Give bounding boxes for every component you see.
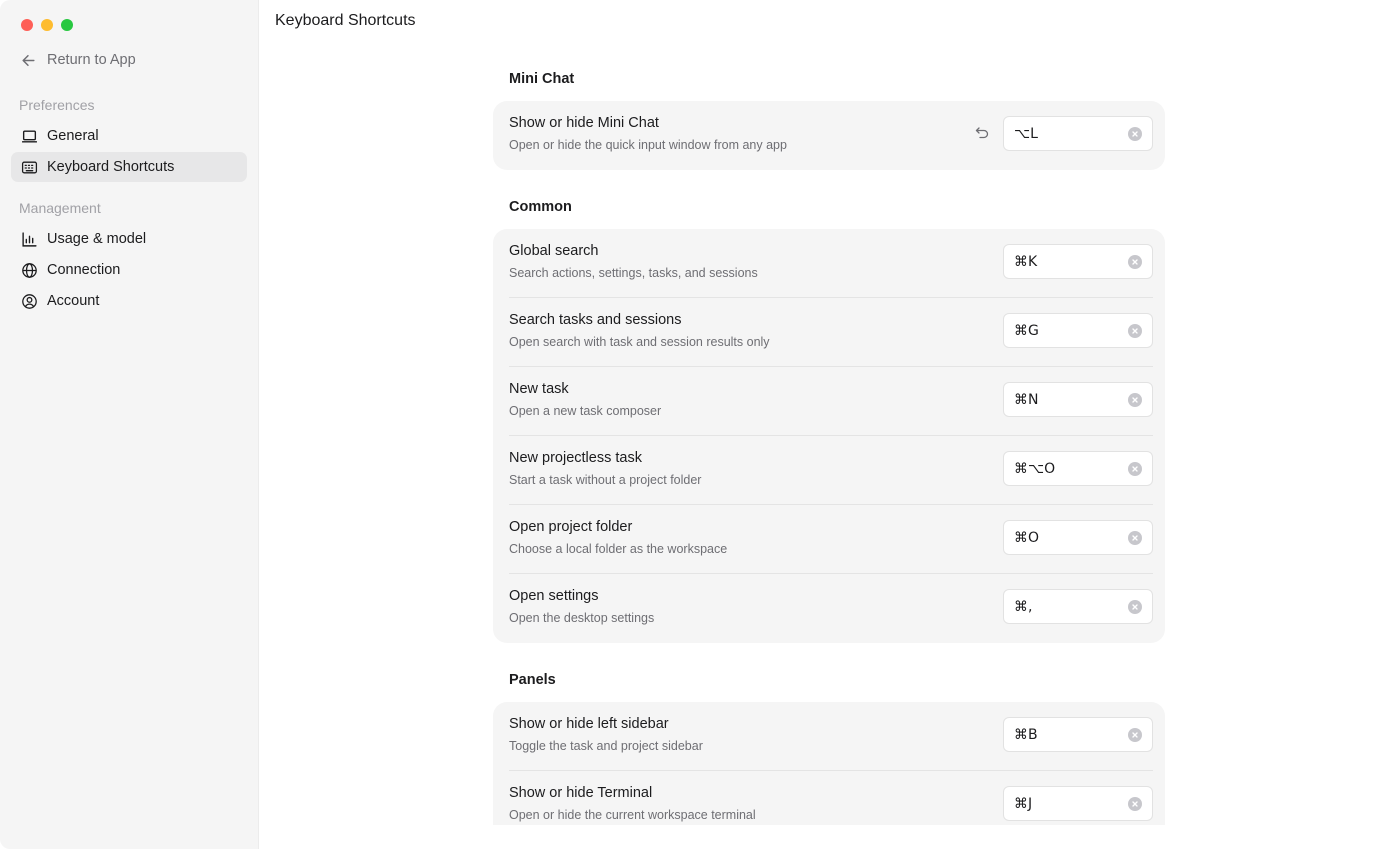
clear-shortcut-button[interactable] <box>1128 530 1142 545</box>
shortcut-keys: ⌘N <box>1014 391 1039 408</box>
shortcut-keys: ⌘, <box>1014 598 1033 615</box>
page-title: Keyboard Shortcuts <box>275 12 416 29</box>
shortcut-description: Open search with task and session result… <box>509 335 770 349</box>
shortcut-row: Show or hide Mini Chat Open or hide the … <box>509 101 1153 170</box>
shortcut-description: Choose a local folder as the workspace <box>509 542 728 556</box>
zoom-window-button[interactable] <box>61 19 73 31</box>
shortcut-label: New projectless task <box>509 450 642 466</box>
shortcut-input[interactable]: ⌥L <box>1003 116 1153 151</box>
shortcut-input[interactable]: ⌘O <box>1003 520 1153 555</box>
shortcut-keys: ⌘J <box>1014 795 1033 812</box>
shortcut-row: Open settings Open the desktop settings … <box>509 574 1153 643</box>
shortcut-input[interactable]: ⌘, <box>1003 589 1153 624</box>
minimize-window-button[interactable] <box>41 19 53 31</box>
management-section-label: Management <box>19 200 101 216</box>
shortcut-input[interactable]: ⌘N <box>1003 382 1153 417</box>
shortcut-keys: ⌘B <box>1014 726 1038 743</box>
user-circle-icon <box>22 293 37 309</box>
shortcut-card-common: Global search Search actions, settings, … <box>493 229 1165 643</box>
bar-chart-icon <box>22 231 37 247</box>
group-title-mini-chat: Mini Chat <box>509 71 575 87</box>
clear-shortcut-button[interactable] <box>1128 599 1142 614</box>
shortcut-row: New projectless task Start a task withou… <box>509 436 1153 505</box>
keyboard-icon <box>21 161 38 173</box>
shortcut-label: New task <box>509 381 569 397</box>
shortcut-keys: ⌥L <box>1014 125 1038 142</box>
clear-shortcut-button[interactable] <box>1128 461 1142 476</box>
clear-shortcut-button[interactable] <box>1128 727 1142 742</box>
shortcut-description: Start a task without a project folder <box>509 473 702 487</box>
shortcut-keys: ⌘G <box>1014 322 1039 339</box>
sidebar-item-label: General <box>47 128 99 144</box>
shortcut-label: Search tasks and sessions <box>509 312 682 328</box>
shortcut-input[interactable]: ⌘G <box>1003 313 1153 348</box>
shortcut-description: Open the desktop settings <box>509 611 655 625</box>
laptop-icon <box>22 129 37 143</box>
sidebar-item-general[interactable]: General <box>11 121 247 151</box>
sidebar-item-usage-model[interactable]: Usage & model <box>11 224 247 254</box>
shortcut-input[interactable]: ⌘K <box>1003 244 1153 279</box>
close-icon <box>1132 465 1138 472</box>
shortcut-description: Open or hide the quick input window from… <box>509 138 787 152</box>
close-icon <box>1132 396 1138 403</box>
shortcut-row: Show or hide Terminal Open or hide the c… <box>509 771 1153 825</box>
group-title-panels: Panels <box>509 672 556 688</box>
settings-window: Return to App Preferences General Keyboa… <box>0 0 1398 849</box>
close-icon <box>1132 800 1138 807</box>
reset-icon[interactable] <box>974 125 990 141</box>
shortcut-label: Show or hide Mini Chat <box>509 115 659 131</box>
shortcut-label: Show or hide left sidebar <box>509 716 669 732</box>
clear-shortcut-button[interactable] <box>1128 392 1142 407</box>
shortcut-row: Global search Search actions, settings, … <box>509 229 1153 298</box>
group-title-common: Common <box>509 199 572 215</box>
clear-shortcut-button[interactable] <box>1128 254 1142 269</box>
shortcut-keys: ⌘K <box>1014 253 1038 270</box>
shortcut-input[interactable]: ⌘B <box>1003 717 1153 752</box>
sidebar-item-label: Keyboard Shortcuts <box>47 159 175 175</box>
main-content: Keyboard Shortcuts Mini Chat Show or hid… <box>259 0 1398 849</box>
shortcut-description: Open a new task composer <box>509 404 662 418</box>
close-icon <box>1132 130 1138 137</box>
sidebar-item-label: Connection <box>47 262 121 278</box>
sidebar-item-keyboard-shortcuts[interactable]: Keyboard Shortcuts <box>11 152 247 182</box>
preferences-section-label: Preferences <box>19 97 95 113</box>
close-icon <box>1132 258 1138 265</box>
shortcut-input[interactable]: ⌘⌥O <box>1003 451 1153 486</box>
shortcut-description: Search actions, settings, tasks, and ses… <box>509 266 758 280</box>
sidebar-item-label: Account <box>47 293 100 309</box>
shortcut-row: Show or hide left sidebar Toggle the tas… <box>509 702 1153 771</box>
shortcut-label: Open project folder <box>509 519 633 535</box>
return-to-app-label: Return to App <box>47 52 136 68</box>
close-icon <box>1132 603 1138 610</box>
shortcut-card-mini-chat: Show or hide Mini Chat Open or hide the … <box>493 101 1165 170</box>
return-to-app-button[interactable]: Return to App <box>12 48 212 72</box>
shortcut-description: Open or hide the current workspace termi… <box>509 808 756 822</box>
sidebar-item-connection[interactable]: Connection <box>11 255 247 285</box>
clear-shortcut-button[interactable] <box>1128 796 1142 811</box>
sidebar: Return to App Preferences General Keyboa… <box>0 0 259 849</box>
shortcut-label: Show or hide Terminal <box>509 785 653 801</box>
clear-shortcut-button[interactable] <box>1128 126 1142 141</box>
shortcut-keys: ⌘⌥O <box>1014 460 1056 477</box>
globe-icon <box>22 262 37 278</box>
shortcut-card-panels: Show or hide left sidebar Toggle the tas… <box>493 702 1165 825</box>
close-icon <box>1132 534 1138 541</box>
arrow-left-icon <box>22 54 35 66</box>
shortcut-keys: ⌘O <box>1014 529 1040 546</box>
shortcut-input[interactable]: ⌘J <box>1003 786 1153 821</box>
shortcut-row: New task Open a new task composer ⌘N <box>509 367 1153 436</box>
shortcut-row: Search tasks and sessions Open search wi… <box>509 298 1153 367</box>
window-controls <box>21 19 73 31</box>
close-icon <box>1132 327 1138 334</box>
close-window-button[interactable] <box>21 19 33 31</box>
shortcut-description: Toggle the task and project sidebar <box>509 739 703 753</box>
shortcut-label: Open settings <box>509 588 599 604</box>
clear-shortcut-button[interactable] <box>1128 323 1142 338</box>
sidebar-item-account[interactable]: Account <box>11 286 247 316</box>
close-icon <box>1132 731 1138 738</box>
shortcut-label: Global search <box>509 243 599 259</box>
sidebar-item-label: Usage & model <box>47 231 147 247</box>
shortcut-row: Open project folder Choose a local folde… <box>509 505 1153 574</box>
